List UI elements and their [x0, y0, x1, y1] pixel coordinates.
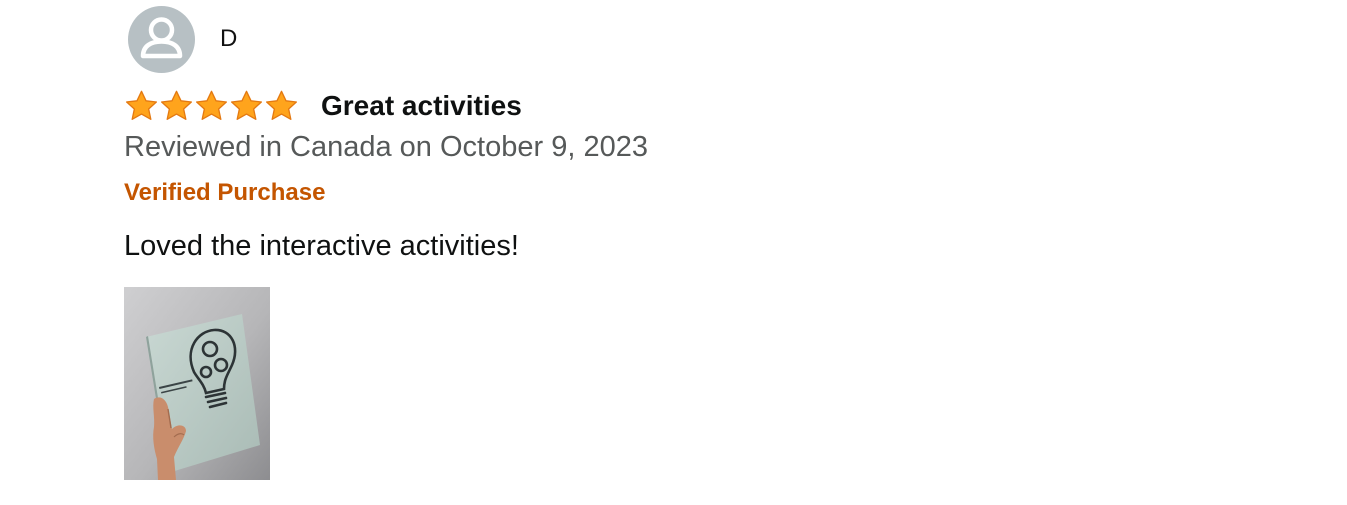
star-icon	[265, 90, 298, 120]
reviewer-profile[interactable]: D	[128, 5, 237, 73]
avatar	[128, 5, 195, 73]
review-body: Loved the interactive activities!	[124, 230, 519, 262]
customer-image-thumbnail[interactable]	[124, 287, 270, 480]
user-silhouette-icon	[140, 16, 183, 58]
reviewer-name: D	[220, 25, 238, 52]
review-title[interactable]: Great activities	[321, 92, 522, 120]
verified-purchase-badge: Verified Purchase	[124, 179, 326, 206]
customer-review: D Great activities Reviewed in Canada on…	[124, 0, 1224, 505]
star-icon	[230, 90, 263, 120]
star-icon	[160, 90, 193, 120]
review-date: Reviewed in Canada on October 9, 2023	[124, 131, 648, 163]
star-rating[interactable]	[124, 88, 300, 124]
rating-title-row: Great activities	[124, 86, 522, 126]
book-photo	[124, 287, 270, 480]
star-icon	[195, 90, 228, 120]
star-icon	[125, 90, 158, 120]
